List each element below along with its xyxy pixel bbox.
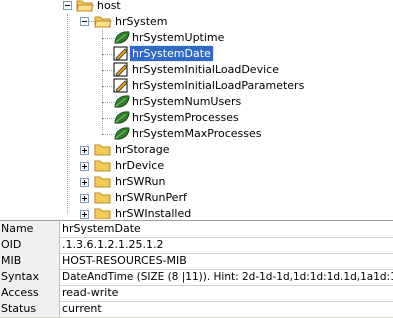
tree-node-label[interactable]: hrSWInstalled	[113, 206, 193, 219]
tree-node-hrstorage[interactable]: hrStorage	[0, 142, 393, 158]
folder-open-icon	[76, 0, 94, 13]
expand-icon[interactable]	[80, 210, 89, 219]
folder-open-icon	[94, 14, 112, 29]
tree-node-label[interactable]: hrSystemInitialLoadDevice	[130, 62, 281, 77]
tree-node-label[interactable]: hrSystemMaxProcesses	[130, 126, 263, 141]
tree-node-hrsystemprocesses[interactable]: hrSystemProcesses	[0, 110, 393, 126]
tree-node-hrsysteminitialloaddevice[interactable]: hrSystemInitialLoadDevice	[0, 62, 393, 78]
writable-leaf-icon	[113, 78, 131, 93]
folder-closed-icon	[94, 142, 112, 157]
tree-node-hrswinstalled[interactable]: hrSWInstalled	[0, 206, 393, 219]
tree-node-label[interactable]: hrSystemProcesses	[130, 110, 241, 125]
details-value: hrSystemDate	[62, 222, 141, 235]
tree-node-label[interactable]: hrSystem	[113, 14, 170, 29]
tree-node-hrsystemdate[interactable]: hrSystemDate	[0, 45, 393, 62]
details-row-mib: MIB HOST-RESOURCES-MIB	[0, 253, 393, 270]
details-value: HOST-RESOURCES-MIB	[62, 254, 187, 267]
tree-node-hrsystemnumusers[interactable]: hrSystemNumUsers	[0, 94, 393, 110]
tree-node-hrsystemuptime[interactable]: hrSystemUptime	[0, 30, 393, 46]
tree-node-hrsystemmaxprocesses[interactable]: hrSystemMaxProcesses	[0, 126, 393, 142]
folder-closed-icon	[94, 190, 112, 205]
mib-tree[interactable]: host hrSystem hrSystemUptime hrSystemDat…	[0, 0, 393, 219]
folder-closed-icon	[94, 158, 112, 173]
leaf-icon	[113, 30, 131, 45]
details-key: Access	[0, 285, 60, 301]
expand-icon[interactable]	[80, 178, 89, 187]
details-row-status: Status current	[0, 301, 393, 318]
leaf-icon	[113, 110, 131, 125]
details-value: DateAndTime (SIZE (8 |11)). Hint: 2d-1d-…	[62, 271, 393, 283]
folder-closed-icon	[94, 206, 112, 219]
tree-node-label[interactable]: hrStorage	[113, 142, 172, 157]
tree-node-hrswrunperf[interactable]: hrSWRunPerf	[0, 190, 393, 206]
leaf-icon	[113, 94, 131, 109]
tree-node-hrsysteminitialloadparameters[interactable]: hrSystemInitialLoadParameters	[0, 78, 393, 94]
tree-node-label[interactable]: host	[95, 0, 123, 13]
tree-node-label[interactable]: hrSystemNumUsers	[130, 94, 243, 109]
expand-icon[interactable]	[80, 146, 89, 155]
tree-node-label[interactable]: hrSystemInitialLoadParameters	[130, 78, 306, 93]
details-row-syntax: Syntax DateAndTime (SIZE (8 |11)). Hint:…	[0, 269, 393, 286]
details-row-name: Name hrSystemDate	[0, 221, 393, 238]
collapse-icon[interactable]	[63, 1, 72, 10]
tree-node-label[interactable]: hrSWRunPerf	[113, 190, 189, 205]
details-key: OID	[0, 237, 60, 253]
details-row-access: Access read-write	[0, 285, 393, 302]
details-table: Name hrSystemDate OID .1.3.6.1.2.1.25.1.…	[0, 220, 393, 318]
expand-icon[interactable]	[80, 194, 89, 203]
tree-node-label[interactable]: hrSWRun	[113, 174, 167, 189]
tree-node-hrswrun[interactable]: hrSWRun	[0, 174, 393, 190]
leaf-icon	[113, 126, 131, 141]
tree-node-hrdevice[interactable]: hrDevice	[0, 158, 393, 174]
folder-closed-icon	[94, 174, 112, 189]
collapse-icon[interactable]	[80, 17, 89, 26]
tree-node-label[interactable]: hrSystemDate	[129, 45, 214, 62]
expand-icon[interactable]	[80, 162, 89, 171]
details-key: Status	[0, 301, 60, 317]
details-key: MIB	[0, 253, 60, 269]
details-value: read-write	[62, 286, 119, 299]
details-row-oid: OID .1.3.6.1.2.1.25.1.2	[0, 237, 393, 254]
details-value: .1.3.6.1.2.1.25.1.2	[62, 238, 164, 251]
tree-node-hrsystem[interactable]: hrSystem	[0, 14, 393, 30]
tree-node-label[interactable]: hrSystemUptime	[130, 30, 226, 45]
writable-leaf-icon	[113, 62, 131, 77]
details-key: Name	[0, 221, 60, 237]
writable-leaf-icon	[113, 46, 131, 61]
details-value: current	[62, 302, 102, 315]
tree-node-host[interactable]: host	[0, 0, 393, 14]
tree-node-label[interactable]: hrDevice	[113, 158, 166, 173]
details-key: Syntax	[0, 269, 60, 285]
